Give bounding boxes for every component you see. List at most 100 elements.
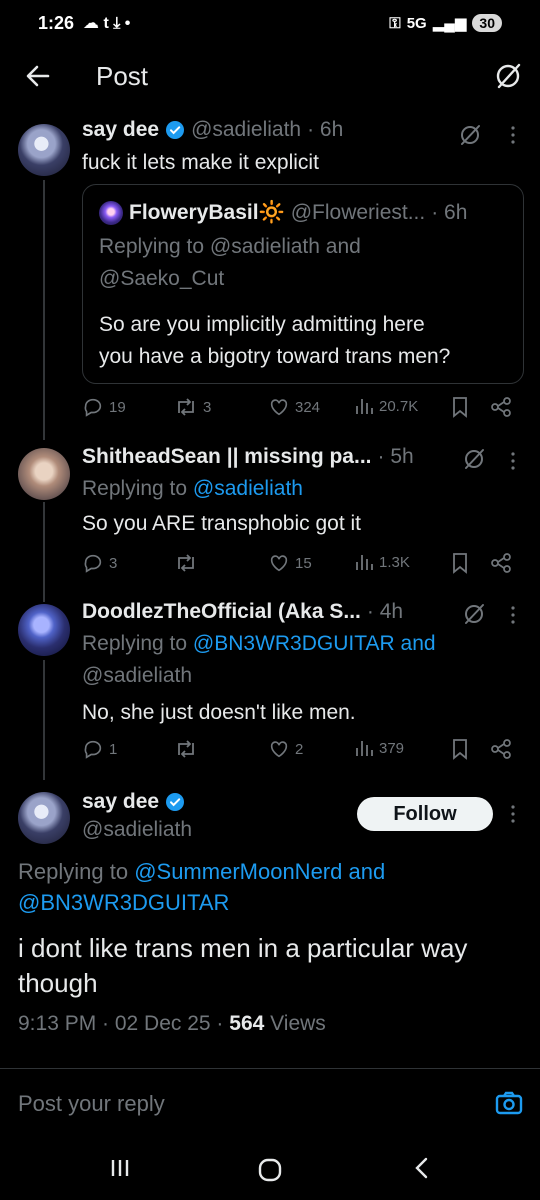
avatar[interactable] [18,604,70,656]
reply-button[interactable]: 19 [82,396,126,418]
tweet-text: No, she just doesn't like men. [82,701,356,724]
mention-link[interactable]: @SummerMoonNerd and [134,859,385,884]
divider [0,1068,540,1069]
like-count: 15 [295,554,312,572]
back-arrow-icon[interactable] [24,62,52,90]
replying-to: Replying to @BN3WR3DGUITAR and [82,628,436,660]
like-count: 2 [295,740,304,758]
tweet-actions: 1 2 379 [82,738,522,766]
like-button[interactable]: 15 [268,552,312,574]
author-name[interactable]: say dee [82,790,159,814]
reply-count: 1 [109,740,118,758]
views-button[interactable]: 1.3K [354,552,410,572]
thread-line [43,502,45,602]
tweet-text-line: though [18,968,98,998]
repost-button[interactable] [174,552,198,574]
repost-icon [178,554,194,572]
page-title: Post [96,61,149,91]
avatar[interactable] [18,792,70,844]
tweet-text: i dont like trans men in a particular wa… [18,931,528,1001]
quote-avatar [99,201,123,225]
more-icon[interactable] [506,450,520,472]
replying-prefix: Replying to [82,632,193,655]
repost-button[interactable]: 3 [174,396,211,418]
quoted-tweet[interactable]: FloweryBasil🔆 @Floweriest... · 6h Replyi… [82,184,524,384]
battery-badge: 30 [472,14,502,32]
views-button[interactable]: 20.7K [354,396,418,416]
quote-author-name: FloweryBasil🔆 [129,201,285,224]
system-nav-bar [0,1140,540,1200]
replying-prefix: Replying to [82,477,193,500]
avatar[interactable] [18,124,70,176]
tweet-actions: 3 15 1.3K [82,552,522,580]
quote-text: So are you implicitly admitting here [99,313,425,336]
share-icon[interactable] [490,552,512,574]
mention-link[interactable]: @sadieliath [193,477,303,500]
top-bar: Post [0,52,540,102]
repost-count: 3 [203,398,212,416]
views-icon [356,399,373,414]
grok-icon[interactable] [494,62,522,90]
status-bar: 1:26 ☁ t ⤓ • ⚿ 5G ▂▄▆ 30 [0,0,540,46]
bookmark-icon[interactable] [450,738,470,760]
author-handle[interactable]: @sadieliath [82,818,192,842]
repost-button[interactable] [174,738,198,760]
grok-icon[interactable] [462,447,486,471]
camera-icon[interactable] [494,1088,524,1118]
grok-icon[interactable] [458,123,482,147]
reply-bar [0,1082,540,1132]
key-icon: ⚿ [389,14,401,32]
author-name[interactable]: DoodlezTheOfficial (Aka S... [82,600,361,624]
more-icon[interactable] [506,124,520,146]
recents-icon[interactable] [108,1156,132,1180]
replying-prefix: Replying to [18,859,135,884]
signal-icon: ▂▄▆ [432,15,467,32]
reply-count: 19 [109,398,126,416]
quote-replying: @Saeko_Cut [99,267,225,290]
views-button[interactable]: 379 [354,738,404,758]
views-icon [356,741,373,756]
status-time: 1:26 [38,12,75,33]
share-icon[interactable] [490,396,512,418]
like-button[interactable]: 324 [268,396,320,418]
mention-link[interactable]: @BN3WR3DGUITAR [18,890,229,915]
reply-count: 3 [109,554,118,572]
mention-link[interactable]: @BN3WR3DGUITAR and [193,632,436,655]
tweet-timestamp[interactable]: 9:13 PM · 02 Dec 25 · [18,1012,229,1035]
author-name[interactable]: say dee [82,118,159,142]
like-icon [270,399,288,416]
mention-link[interactable]: @sadieliath [82,660,192,692]
more-icon[interactable] [506,604,520,626]
follow-button[interactable]: Follow [357,797,493,831]
grok-icon[interactable] [462,602,486,626]
reply-icon [84,398,102,417]
views-icon [356,555,373,570]
home-icon[interactable] [256,1156,284,1184]
view-count: 1.3K [379,553,410,571]
like-count: 324 [295,398,321,416]
nav-back-icon[interactable] [410,1156,434,1180]
tweet-time[interactable]: · 6h [307,118,343,142]
reply-icon [84,740,102,759]
replying-to: Replying to @sadieliath [82,473,303,505]
author-name[interactable]: ShitheadSean || missing pa... [82,445,372,469]
tweet-time[interactable]: · 5h [378,445,414,469]
share-icon[interactable] [490,738,512,760]
like-icon [270,555,288,572]
author-handle[interactable]: @sadieliath [191,118,301,142]
network-label: 5G [406,14,427,32]
bookmark-icon[interactable] [450,396,470,418]
reply-input[interactable] [18,1091,458,1117]
bookmark-icon[interactable] [450,552,470,574]
tweet-actions: 19 3 324 20.7K [82,396,522,424]
repost-icon [178,740,194,758]
reply-button[interactable]: 1 [82,738,117,760]
tweet-text-line: i dont like trans men in a particular wa… [18,933,468,963]
avatar[interactable] [18,448,70,500]
verified-icon [166,793,185,811]
like-button[interactable]: 2 [268,738,303,760]
tweet-time[interactable]: · 4h [367,600,403,624]
views-label: Views [264,1012,326,1035]
more-icon[interactable] [506,803,520,825]
reply-button[interactable]: 3 [82,552,117,574]
